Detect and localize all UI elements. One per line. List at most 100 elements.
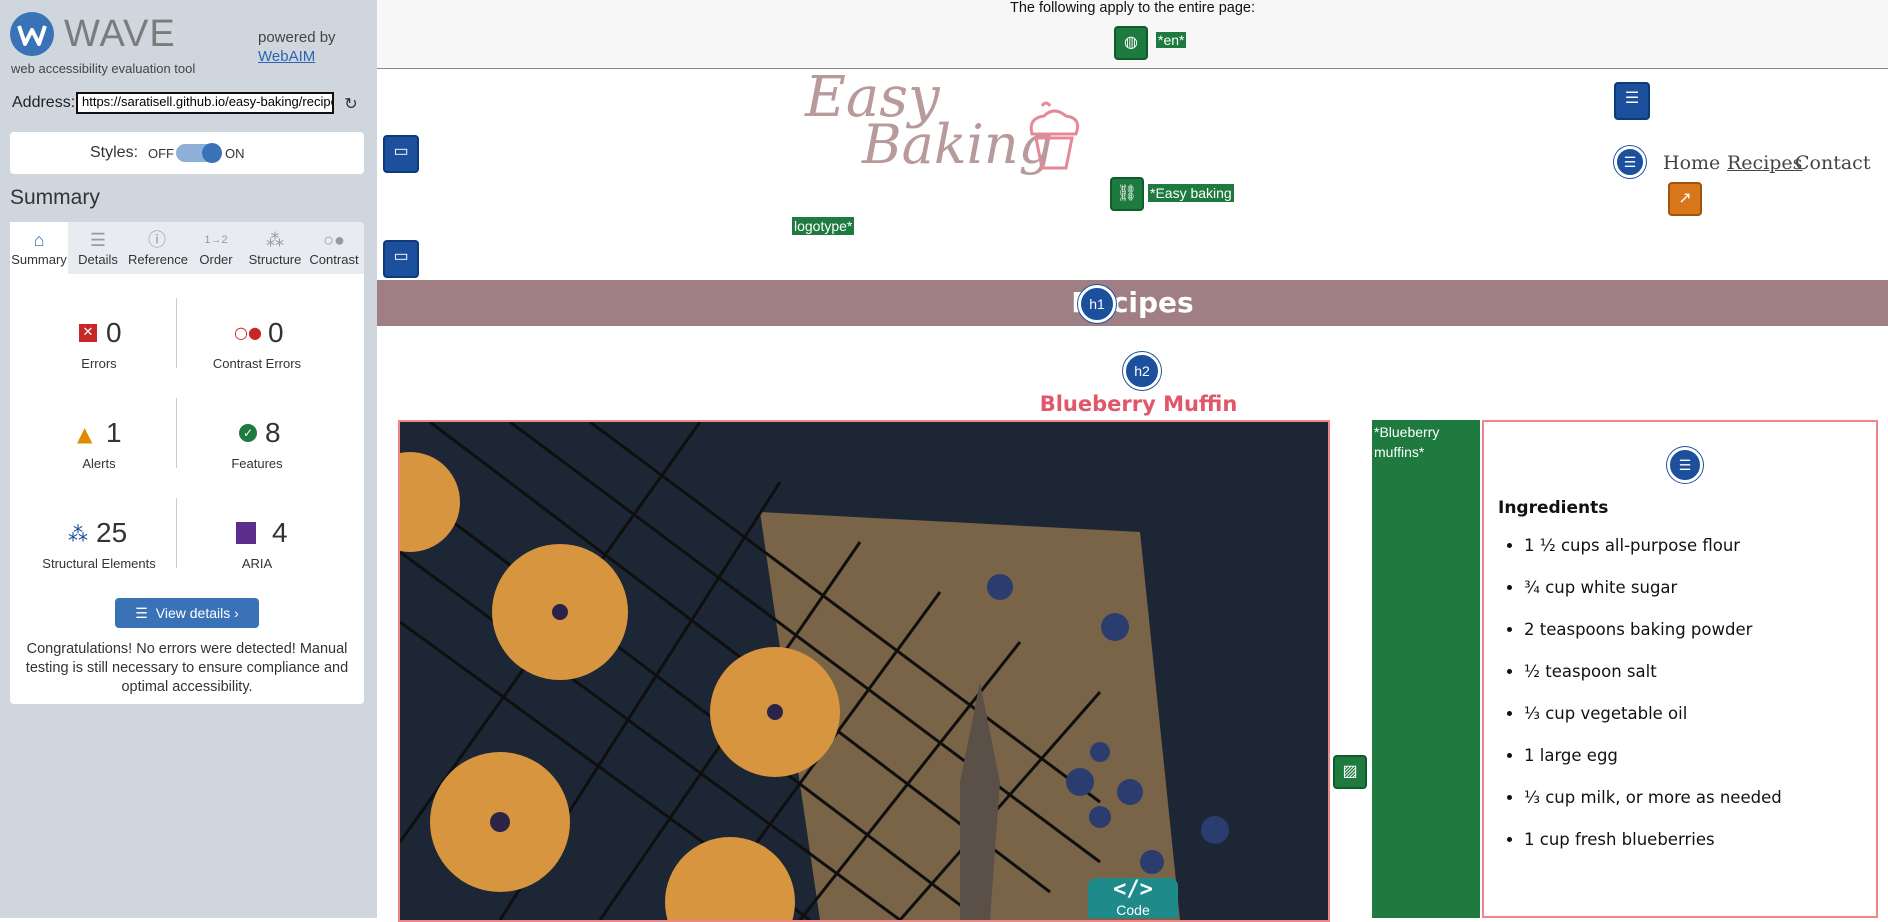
styles-toggle[interactable] (176, 143, 222, 163)
styles-card: Styles: OFF ON (10, 132, 364, 174)
linked-image-icon[interactable]: ⛓ (1110, 177, 1144, 211)
ingredients-list: 1 ½ cups all-purpose flour ¾ cup white s… (1498, 534, 1782, 870)
wave-brand: WAVE (64, 13, 176, 55)
recipe-title: Blueberry Muffin (1039, 392, 1238, 416)
powered-by-text: powered by (258, 29, 336, 46)
cupcake-icon (1024, 98, 1084, 178)
features-count: 8 (265, 417, 281, 448)
wave-logo-icon (10, 12, 54, 56)
tab-summary[interactable]: ⌂ Summary (10, 222, 68, 274)
h1-badge[interactable]: h1 (1078, 285, 1116, 323)
tab-details[interactable]: ☰ Details (69, 222, 127, 274)
ingredients-title: Ingredients (1498, 498, 1609, 518)
summary-panel: ⌂ Summary ☰ Details ⓘ Reference 1→2 Orde… (10, 222, 364, 704)
nav-link-home[interactable]: Home (1663, 152, 1720, 174)
home-icon: ⌂ (33, 230, 45, 250)
redundant-link-alert-icon[interactable]: ↗ (1668, 182, 1702, 216)
nav-link-recipes[interactable]: Recipes (1727, 152, 1802, 174)
ingredient-item: 1 ½ cups all-purpose flour (1524, 534, 1782, 576)
tab-order[interactable]: 1→2 Order (187, 222, 245, 274)
wave-sidebar: WAVE web accessibility evaluation tool p… (0, 0, 377, 918)
tab-summary-label: Summary (11, 252, 67, 267)
features-label: Features (231, 456, 283, 471)
alert-icon: ▲ (77, 422, 93, 446)
styles-off-label: OFF (148, 146, 174, 161)
language-label: *en* (1156, 32, 1187, 48)
styles-toggle-knob (202, 143, 222, 163)
globe-icon[interactable]: ◍ (1114, 26, 1148, 60)
structure-stat-icon: ⁂ (68, 522, 88, 546)
structural-label: Structural Elements (42, 556, 156, 571)
list-icon[interactable]: ☰ (1667, 447, 1703, 483)
aria-label: ARIA (241, 556, 273, 571)
nav-region-icon[interactable]: ☰ (1614, 82, 1650, 120)
error-icon: ✕ (79, 324, 97, 342)
list-icon[interactable]: ☰ (1614, 146, 1646, 178)
logo-alt-text-2: logotype* (792, 217, 855, 235)
ingredient-item: ⅓ cup vegetable oil (1524, 702, 1782, 744)
webaim-link[interactable]: WebAIM (258, 48, 315, 65)
order-icon: 1→2 (204, 234, 228, 246)
tab-reference-label: Reference (128, 252, 188, 267)
alerts-label: Alerts (82, 456, 116, 471)
code-toggle-button[interactable]: </> Code (1088, 878, 1178, 918)
h2-badge[interactable]: h2 (1123, 352, 1161, 390)
image-alt-text: *Blueberry muffins* (1374, 424, 1440, 460)
tab-order-label: Order (199, 252, 233, 267)
page-notice: The following apply to the entire page: (1009, 0, 1256, 16)
ingredient-item: 2 teaspoons baking powder (1524, 618, 1782, 660)
structural-count: 25 (96, 517, 128, 548)
h1-bar: Recipes (377, 280, 1888, 326)
styles-on-label: ON (225, 146, 245, 161)
list-icon: ☰ (89, 230, 107, 250)
tab-contrast-label: Contrast (309, 252, 359, 267)
ingredient-item: 1 cup fresh blueberries (1524, 828, 1782, 870)
contrast-errors-count: 0 (268, 317, 284, 348)
info-icon: ⓘ (148, 230, 166, 250)
code-icon: </> (1113, 877, 1153, 902)
ingredient-item: 1 large egg (1524, 744, 1782, 786)
address-input[interactable]: https://saratisell.github.io/easy-baking… (76, 92, 334, 114)
errors-count: 0 (106, 317, 122, 348)
ingredient-item: ⅓ cup milk, or more as needed (1524, 786, 1782, 828)
header-region-icon[interactable]: ▭ (383, 135, 419, 173)
header-region-end-icon[interactable]: ▭ (383, 240, 419, 278)
refresh-icon[interactable]: ↻ (342, 95, 360, 113)
ingredient-item: ¾ cup white sugar (1524, 576, 1782, 618)
address-label: Address: (12, 94, 76, 111)
page-notice-bar: The following apply to the entire page: … (377, 0, 1888, 69)
structure-icon: ⁂ (266, 230, 284, 250)
image-alt-panel: *Blueberry muffins* (1372, 420, 1480, 918)
powered-by: powered by WebAIM (258, 28, 336, 66)
styles-label: Styles: (90, 144, 139, 161)
aria-count: 4 (272, 517, 288, 548)
page-title: Recipes (1071, 286, 1194, 319)
stat-divider (176, 298, 177, 368)
tab-contrast[interactable]: ○● Contrast (305, 222, 363, 274)
tab-reference[interactable]: ⓘ Reference (128, 222, 188, 274)
aria-icon (236, 522, 256, 544)
errors-label: Errors (81, 356, 117, 371)
tab-structure[interactable]: ⁂ Structure (246, 222, 304, 274)
ingredients-box: ☰ Ingredients 1 ½ cups all-purpose flour… (1482, 420, 1878, 918)
tab-structure-label: Structure (248, 252, 302, 267)
wave-subtitle: web accessibility evaluation tool (11, 61, 196, 76)
feature-icon: ✓ (239, 424, 257, 442)
logo-alt-text: *Easy baking (1148, 184, 1234, 202)
ingredient-item: ½ teaspoon salt (1524, 660, 1782, 702)
code-button-label: Code (1116, 902, 1150, 918)
view-details-label: View details › (155, 605, 239, 621)
list-icon: ☰ (135, 605, 148, 621)
image-icon[interactable]: ▨ (1333, 755, 1367, 789)
stat-divider (176, 498, 177, 568)
nav-link-contact[interactable]: Contact (1795, 152, 1870, 174)
contrast-icon: ○● (323, 230, 345, 250)
summary-heading: Summary (10, 186, 100, 209)
contrast-error-icon: ○● (234, 323, 262, 342)
tab-details-label: Details (78, 252, 118, 267)
view-details-button[interactable]: ☰ View details › (115, 598, 259, 628)
contrast-errors-label: Contrast Errors (212, 356, 302, 371)
congrats-message: Congratulations! No errors were detected… (25, 641, 349, 695)
stat-divider (176, 398, 177, 468)
alerts-count: 1 (106, 417, 122, 448)
